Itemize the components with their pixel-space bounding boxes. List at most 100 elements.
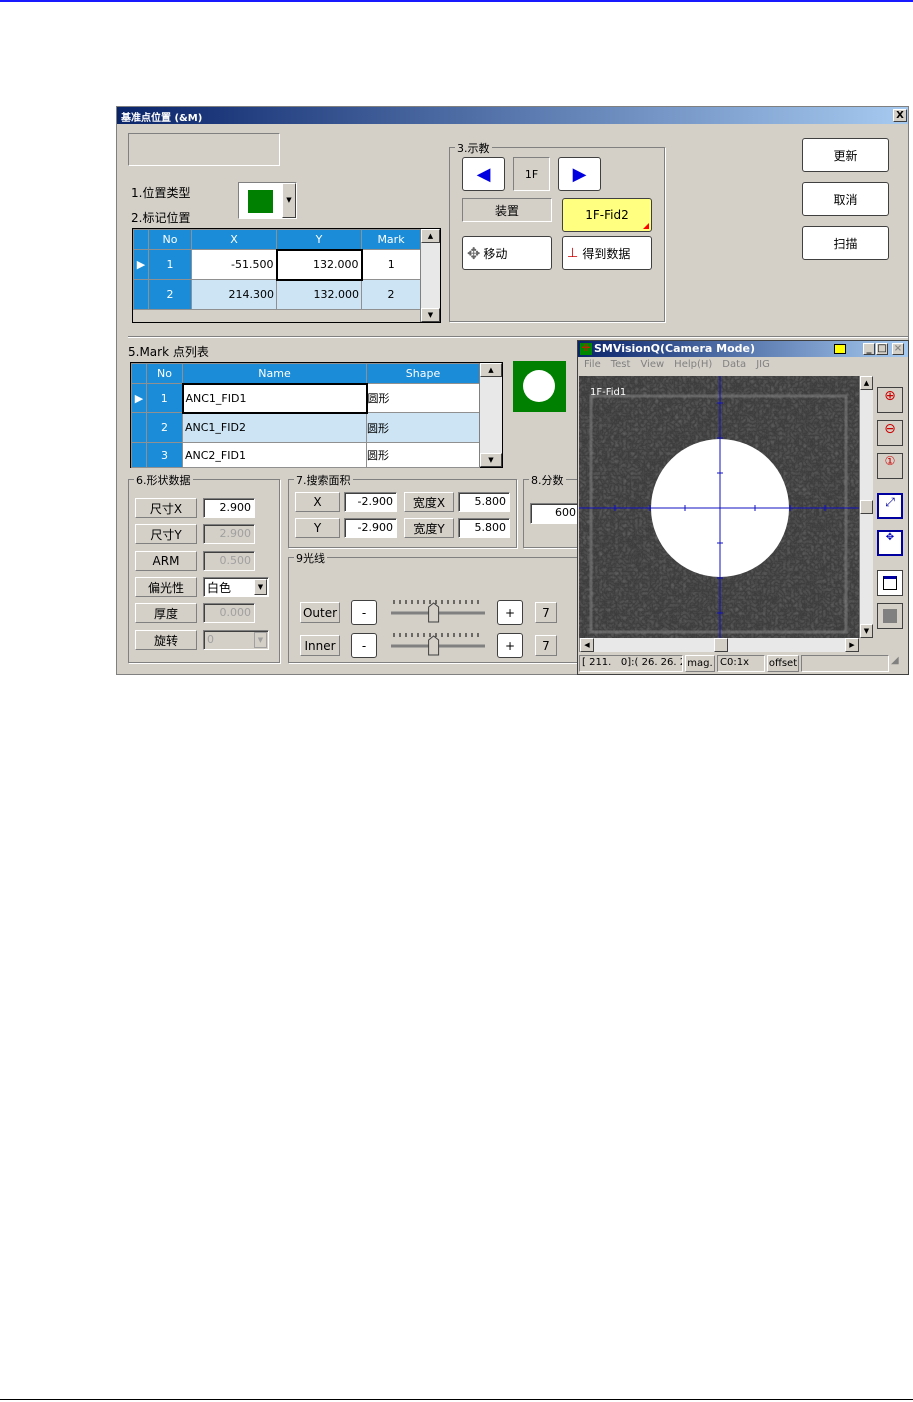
window-icon [883, 576, 897, 590]
col-name[interactable]: Name [182, 363, 367, 384]
search-x-input[interactable]: -2.900 [344, 492, 397, 512]
zoom-reset-button[interactable]: ① [877, 453, 903, 479]
menu-help[interactable]: Help(H) [674, 359, 712, 370]
get-data-label: 得到数据 [582, 246, 631, 261]
table-row[interactable]: 3 ANC2_FID1 圆形 [131, 442, 480, 468]
col-no[interactable]: No [146, 363, 183, 384]
app-icon: ✛ [580, 343, 592, 355]
menu-test[interactable]: Test [611, 359, 631, 370]
vertical-scrollbar[interactable]: ▲ ▼ [420, 229, 440, 322]
menu-view[interactable]: View [640, 359, 664, 370]
floor-display: 1F [513, 157, 550, 191]
resize-icon: ⤢ [885, 495, 895, 509]
thickness-input[interactable]: 0.000 [203, 603, 255, 623]
camera-menu-bar: File Test View Help(H) Data JIG [584, 359, 770, 370]
zoom-in-icon: ⊕ [884, 388, 896, 404]
chevron-down-icon[interactable]: ▼ [282, 183, 296, 218]
status-extra [801, 655, 889, 672]
camera-overlay-label: 1F-Fid1 [590, 387, 627, 398]
move-label: 移动 [483, 246, 508, 261]
polarity-label: 偏光性 [135, 577, 197, 597]
stop-button[interactable] [877, 603, 903, 629]
search-y-label: Y [295, 518, 340, 538]
get-data-button[interactable]: ⊥ 得到数据 [562, 236, 652, 270]
teach-group-label: 3.示教 [455, 140, 492, 156]
zoom-1x-icon: ① [884, 454, 896, 468]
minimize-button[interactable]: _ [863, 343, 875, 355]
table-row[interactable]: 2 214.300 132.000 2 [133, 279, 421, 310]
fit-button[interactable]: ⤢ [877, 493, 903, 519]
col-no[interactable]: No [148, 229, 192, 250]
resize-grip-icon: ◢ [891, 655, 899, 666]
corner-indicator-icon [643, 223, 649, 229]
camera-status-bar: [ 211. 0]:( 26. 26. 2( mag. C0:1x offset… [579, 655, 907, 672]
chevron-down-icon: ▼ [254, 632, 267, 648]
color-swatch [248, 190, 273, 213]
width-x-input[interactable]: 5.800 [458, 492, 510, 512]
table-row[interactable]: 2 ANC1_FID2 圆形 [131, 412, 480, 443]
col-mark[interactable]: Mark [361, 229, 421, 250]
menu-file[interactable]: File [584, 359, 601, 370]
status-coordinates: [ 211. 0]:( 26. 26. 2( [579, 655, 683, 672]
size-x-input[interactable]: 2.900 [203, 498, 255, 518]
zoom-in-button[interactable]: ⊕ [877, 387, 903, 413]
camera-vertical-scrollbar[interactable]: ▲ ▼ [859, 376, 873, 638]
status-mag[interactable]: mag. [685, 655, 715, 672]
position-type-label: 1.位置类型 [131, 186, 191, 200]
polarity-value: 白色 [207, 581, 232, 595]
outer-increase-button[interactable]: + [497, 600, 523, 625]
search-y-input[interactable]: -2.900 [344, 518, 397, 538]
width-y-label: 宽度Y [404, 518, 454, 538]
scan-button[interactable]: 扫描 [802, 226, 889, 260]
polarity-select[interactable]: 白色 ▼ [203, 577, 269, 597]
inner-increase-button[interactable]: + [497, 633, 523, 658]
camera-close-button[interactable]: × [892, 343, 904, 355]
table-row[interactable]: ▶ 1 -51.500 132.000 1 [133, 248, 421, 281]
arm-input[interactable]: 0.500 [203, 551, 255, 571]
pan-button[interactable]: ✥ [877, 530, 903, 556]
menu-jig[interactable]: JIG [756, 359, 770, 370]
score-label: 8.分数 [529, 472, 566, 488]
dialog-title-bar: 基准点位置 (&M) [117, 107, 908, 124]
move-arrows-icon: ✥ [467, 243, 481, 263]
position-type-combo[interactable]: ▼ [238, 182, 297, 219]
chevron-down-icon[interactable]: ▼ [254, 579, 267, 595]
menu-data[interactable]: Data [722, 359, 746, 370]
inner-slider[interactable] [391, 631, 485, 659]
update-button[interactable]: 更新 [802, 138, 889, 172]
vertical-scrollbar[interactable]: ▲ ▼ [479, 363, 502, 467]
search-area-label: 7.搜索面积 [294, 472, 353, 488]
circle-shape-icon [523, 370, 555, 402]
move-button[interactable]: ✥ 移动 [462, 236, 552, 270]
outer-label: Outer [300, 602, 340, 623]
table-row[interactable]: ▶ 1 ANC1_FID1 圆形 [131, 382, 480, 414]
score-input[interactable]: 600 [530, 503, 580, 524]
cancel-button[interactable]: 取消 [802, 182, 889, 216]
mark-list-table: No Name Shape ▶ 1 ANC1_FID1 圆形 2 ANC1_FID2 圆形 3… [130, 362, 503, 468]
maximize-button[interactable]: □ [876, 343, 888, 355]
target-fid-button[interactable]: 1F-Fid2 [562, 198, 652, 232]
arrow-left-icon: ◀ [476, 163, 491, 185]
col-x[interactable]: X [191, 229, 277, 250]
width-y-input[interactable]: 5.800 [458, 518, 510, 538]
rotation-select[interactable]: 0 ▼ [203, 630, 269, 650]
outer-decrease-button[interactable]: - [351, 600, 377, 625]
inner-decrease-button[interactable]: - [351, 633, 377, 658]
camera-horizontal-scrollbar[interactable]: ◀ ▶ [579, 638, 859, 652]
status-offset[interactable]: offset [767, 655, 799, 672]
outer-slider[interactable] [391, 598, 485, 626]
previous-button[interactable]: ◀ [462, 157, 505, 191]
size-y-label: 尺寸Y [135, 524, 197, 544]
col-y[interactable]: Y [276, 229, 362, 250]
zoom-out-button[interactable]: ⊖ [877, 420, 903, 446]
search-x-label: X [295, 492, 340, 512]
col-shape[interactable]: Shape [366, 363, 480, 384]
size-x-label: 尺寸X [135, 498, 197, 518]
separator [128, 336, 908, 338]
next-button[interactable]: ▶ [558, 157, 601, 191]
window-button[interactable] [877, 570, 903, 596]
close-button[interactable]: X [893, 109, 907, 122]
camera-view[interactable] [579, 376, 859, 638]
info-panel [128, 133, 280, 166]
size-y-input[interactable]: 2.900 [203, 524, 255, 544]
